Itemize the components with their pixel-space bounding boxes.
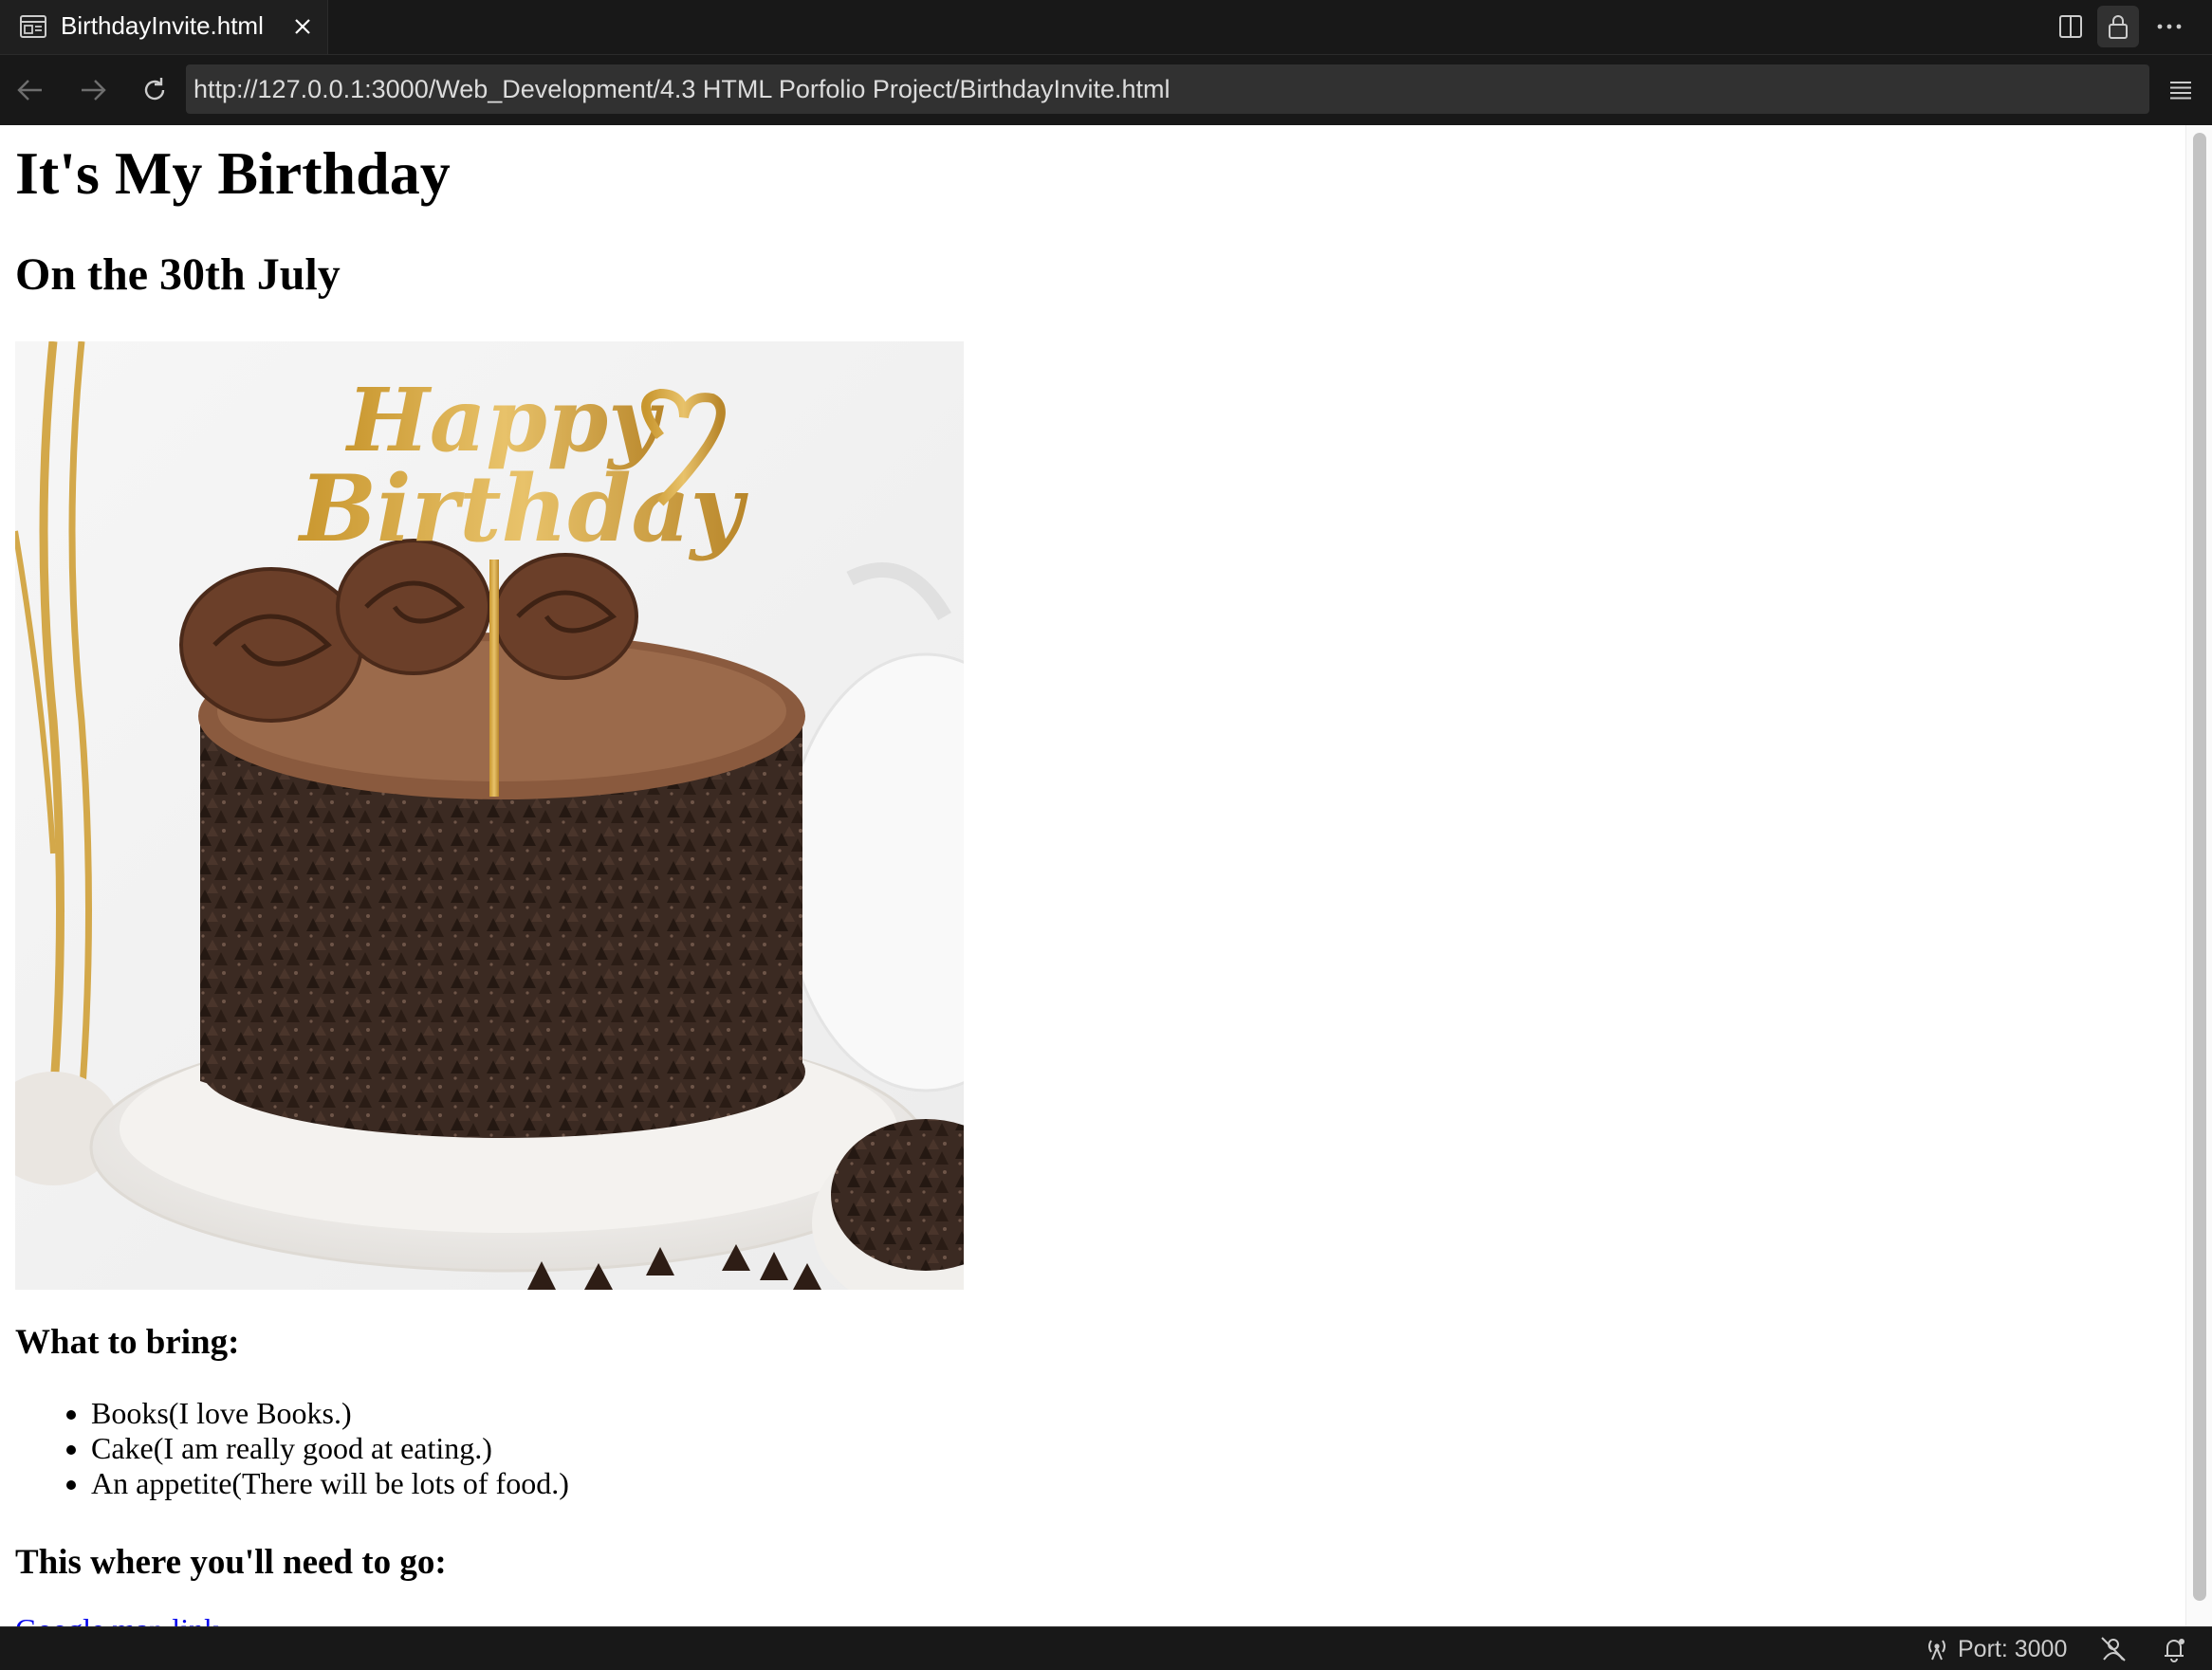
lock-editor-button[interactable] xyxy=(2097,6,2139,47)
back-button[interactable] xyxy=(9,69,51,111)
browser-menu-button[interactable] xyxy=(2160,69,2202,111)
list-item: An appetite(There will be lots of food.) xyxy=(91,1466,569,1501)
page-viewport[interactable]: It's My Birthday On the 30th July Happy … xyxy=(0,125,2212,1626)
location-heading: This where you'll need to go: xyxy=(15,1543,447,1582)
cake-photo-illustration: Happy Birthday xyxy=(15,341,964,1290)
preview-page-icon xyxy=(20,15,46,38)
split-editor-icon xyxy=(2059,15,2082,38)
browser-nav-bar xyxy=(0,55,2212,125)
status-bar: Port: 3000 xyxy=(0,1626,2212,1670)
split-editor-button[interactable] xyxy=(2050,6,2092,47)
page-title: It's My Birthday xyxy=(15,139,451,207)
close-icon[interactable] xyxy=(288,12,317,41)
address-bar[interactable] xyxy=(186,64,2149,114)
url-input[interactable] xyxy=(194,64,2138,114)
bring-list: Books(I love Books.) Cake(I am really go… xyxy=(15,1396,569,1501)
what-to-bring-heading: What to bring: xyxy=(15,1323,240,1362)
editor-tab-bar: BirthdayInvite.html xyxy=(0,0,2212,55)
list-item: Books(I love Books.) xyxy=(91,1396,569,1431)
port-status-item[interactable]: Port: 3000 xyxy=(1924,1633,2067,1665)
list-item: Cake(I am really good at eating.) xyxy=(91,1431,569,1466)
no-accounts-icon[interactable] xyxy=(2099,1635,2128,1663)
tab-birthday-invite[interactable]: BirthdayInvite.html xyxy=(0,0,328,54)
page-scrollbar[interactable] xyxy=(2185,125,2212,1626)
tab-title: BirthdayInvite.html xyxy=(61,11,264,40)
port-label: Port: 3000 xyxy=(1958,1635,2068,1662)
broadcast-icon xyxy=(1928,1640,1945,1661)
birthday-cake-image: Happy Birthday xyxy=(15,341,964,1290)
bell-icon[interactable] xyxy=(2160,1635,2188,1663)
arrow-right-icon xyxy=(82,80,106,101)
reload-icon xyxy=(144,78,165,101)
topper-text-birthday: Birthday xyxy=(297,455,749,562)
forward-button[interactable] xyxy=(72,69,114,111)
google-map-link[interactable]: Google map link xyxy=(15,1612,219,1626)
reload-button[interactable] xyxy=(134,69,175,111)
lock-icon xyxy=(2109,15,2128,39)
ellipsis-icon xyxy=(2157,24,2182,29)
arrow-left-icon xyxy=(17,80,42,101)
scrollbar-thumb[interactable] xyxy=(2193,133,2206,1601)
more-actions-button[interactable] xyxy=(2148,6,2190,47)
hamburger-menu-icon xyxy=(2170,82,2191,100)
date-heading: On the 30th July xyxy=(15,249,341,300)
